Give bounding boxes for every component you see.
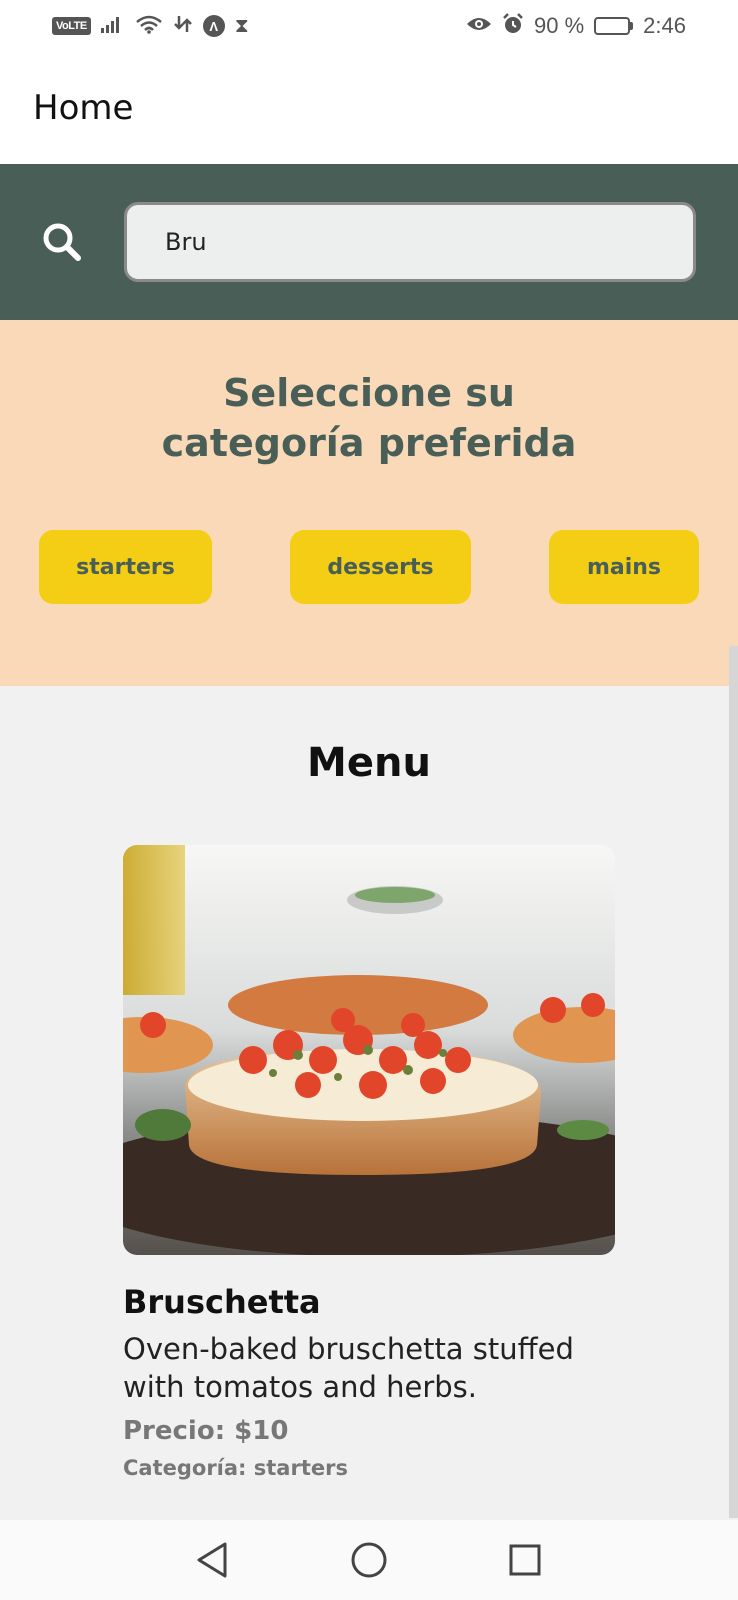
status-left: VoLTE Λ ⧗: [52, 14, 249, 38]
eye-icon: [466, 15, 492, 37]
category-heading: Seleccione su categoría preferida: [161, 371, 577, 465]
page-title: Home: [33, 88, 134, 128]
search-band: [0, 164, 738, 320]
category-button-starters[interactable]: starters: [39, 530, 212, 604]
vpn-icon: Λ: [202, 15, 225, 37]
screen: VoLTE Λ ⧗ 90 % 2:46 Home Bru Seleccione …: [0, 0, 738, 1600]
battery-icon: [594, 17, 634, 35]
system-nav-bar: [0, 1520, 738, 1600]
dish-price: Precio: $10: [123, 1416, 289, 1446]
home-icon[interactable]: [349, 1540, 389, 1580]
back-icon[interactable]: [192, 1540, 232, 1580]
search-icon[interactable]: [0, 221, 124, 263]
dish-description: Oven-baked bruschetta stuffed with tomat…: [123, 1332, 574, 1404]
bruschetta-photo[interactable]: [123, 845, 615, 1255]
dish-name: Bruschetta: [123, 1283, 321, 1321]
data-icon: [173, 14, 193, 38]
hourglass-icon: ⧗: [234, 15, 249, 37]
app-bar: Home: [0, 52, 738, 164]
recents-icon[interactable]: [505, 1540, 545, 1580]
dish-category: Categoría: starters: [123, 1456, 348, 1480]
search-input[interactable]: [124, 202, 696, 282]
signal-icon: [100, 15, 125, 37]
category-section: Seleccione su categoría preferida starte…: [0, 320, 738, 686]
clock: 2:46: [643, 13, 686, 38]
volte-badge: VoLTE: [52, 17, 91, 35]
category-button-mains[interactable]: mains: [549, 530, 699, 604]
wifi-icon: [135, 14, 163, 38]
battery-percent: 90 %: [534, 13, 585, 38]
status-right: 90 % 2:46: [466, 13, 686, 39]
alarm-icon: [502, 13, 524, 39]
category-button-desserts[interactable]: desserts: [290, 530, 471, 604]
status-bar: VoLTE Λ ⧗ 90 % 2:46: [0, 0, 738, 52]
menu-title: Menu: [307, 740, 431, 786]
